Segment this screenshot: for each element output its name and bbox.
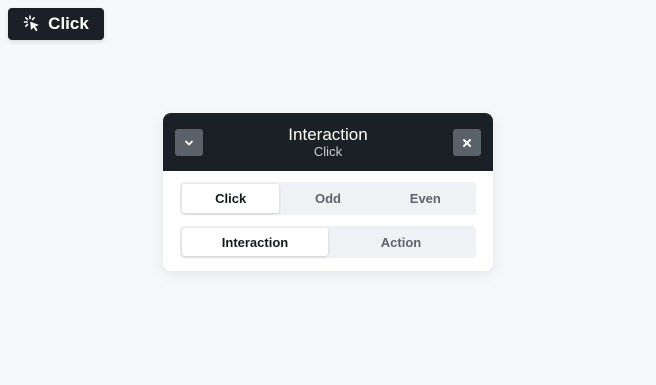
click-mode-label: Click (48, 14, 89, 33)
mode-segmented-control: Click Odd Even (180, 182, 476, 215)
collapse-button[interactable] (175, 129, 203, 156)
panel-subtitle: Click (313, 144, 343, 159)
segment-odd[interactable]: Odd (279, 184, 376, 213)
chevron-down-icon (185, 140, 193, 145)
click-mode-button[interactable]: Click (8, 8, 104, 40)
page: Click Interaction Click Click Odd Even I… (0, 0, 656, 385)
type-segmented-control: Interaction Action (180, 226, 476, 258)
segment-click[interactable]: Click (182, 184, 280, 213)
interaction-panel: Interaction Click Click Odd Even Interac… (163, 113, 493, 271)
segment-action[interactable]: Action (328, 228, 474, 256)
panel-body: Click Odd Even Interaction Action (163, 171, 493, 258)
close-button[interactable] (453, 129, 481, 156)
click-icon (23, 15, 40, 32)
close-icon (463, 138, 471, 147)
panel-header: Interaction Click (163, 113, 493, 171)
segment-even[interactable]: Even (377, 184, 474, 213)
panel-title: Interaction (288, 125, 368, 144)
segment-interaction[interactable]: Interaction (182, 228, 328, 256)
